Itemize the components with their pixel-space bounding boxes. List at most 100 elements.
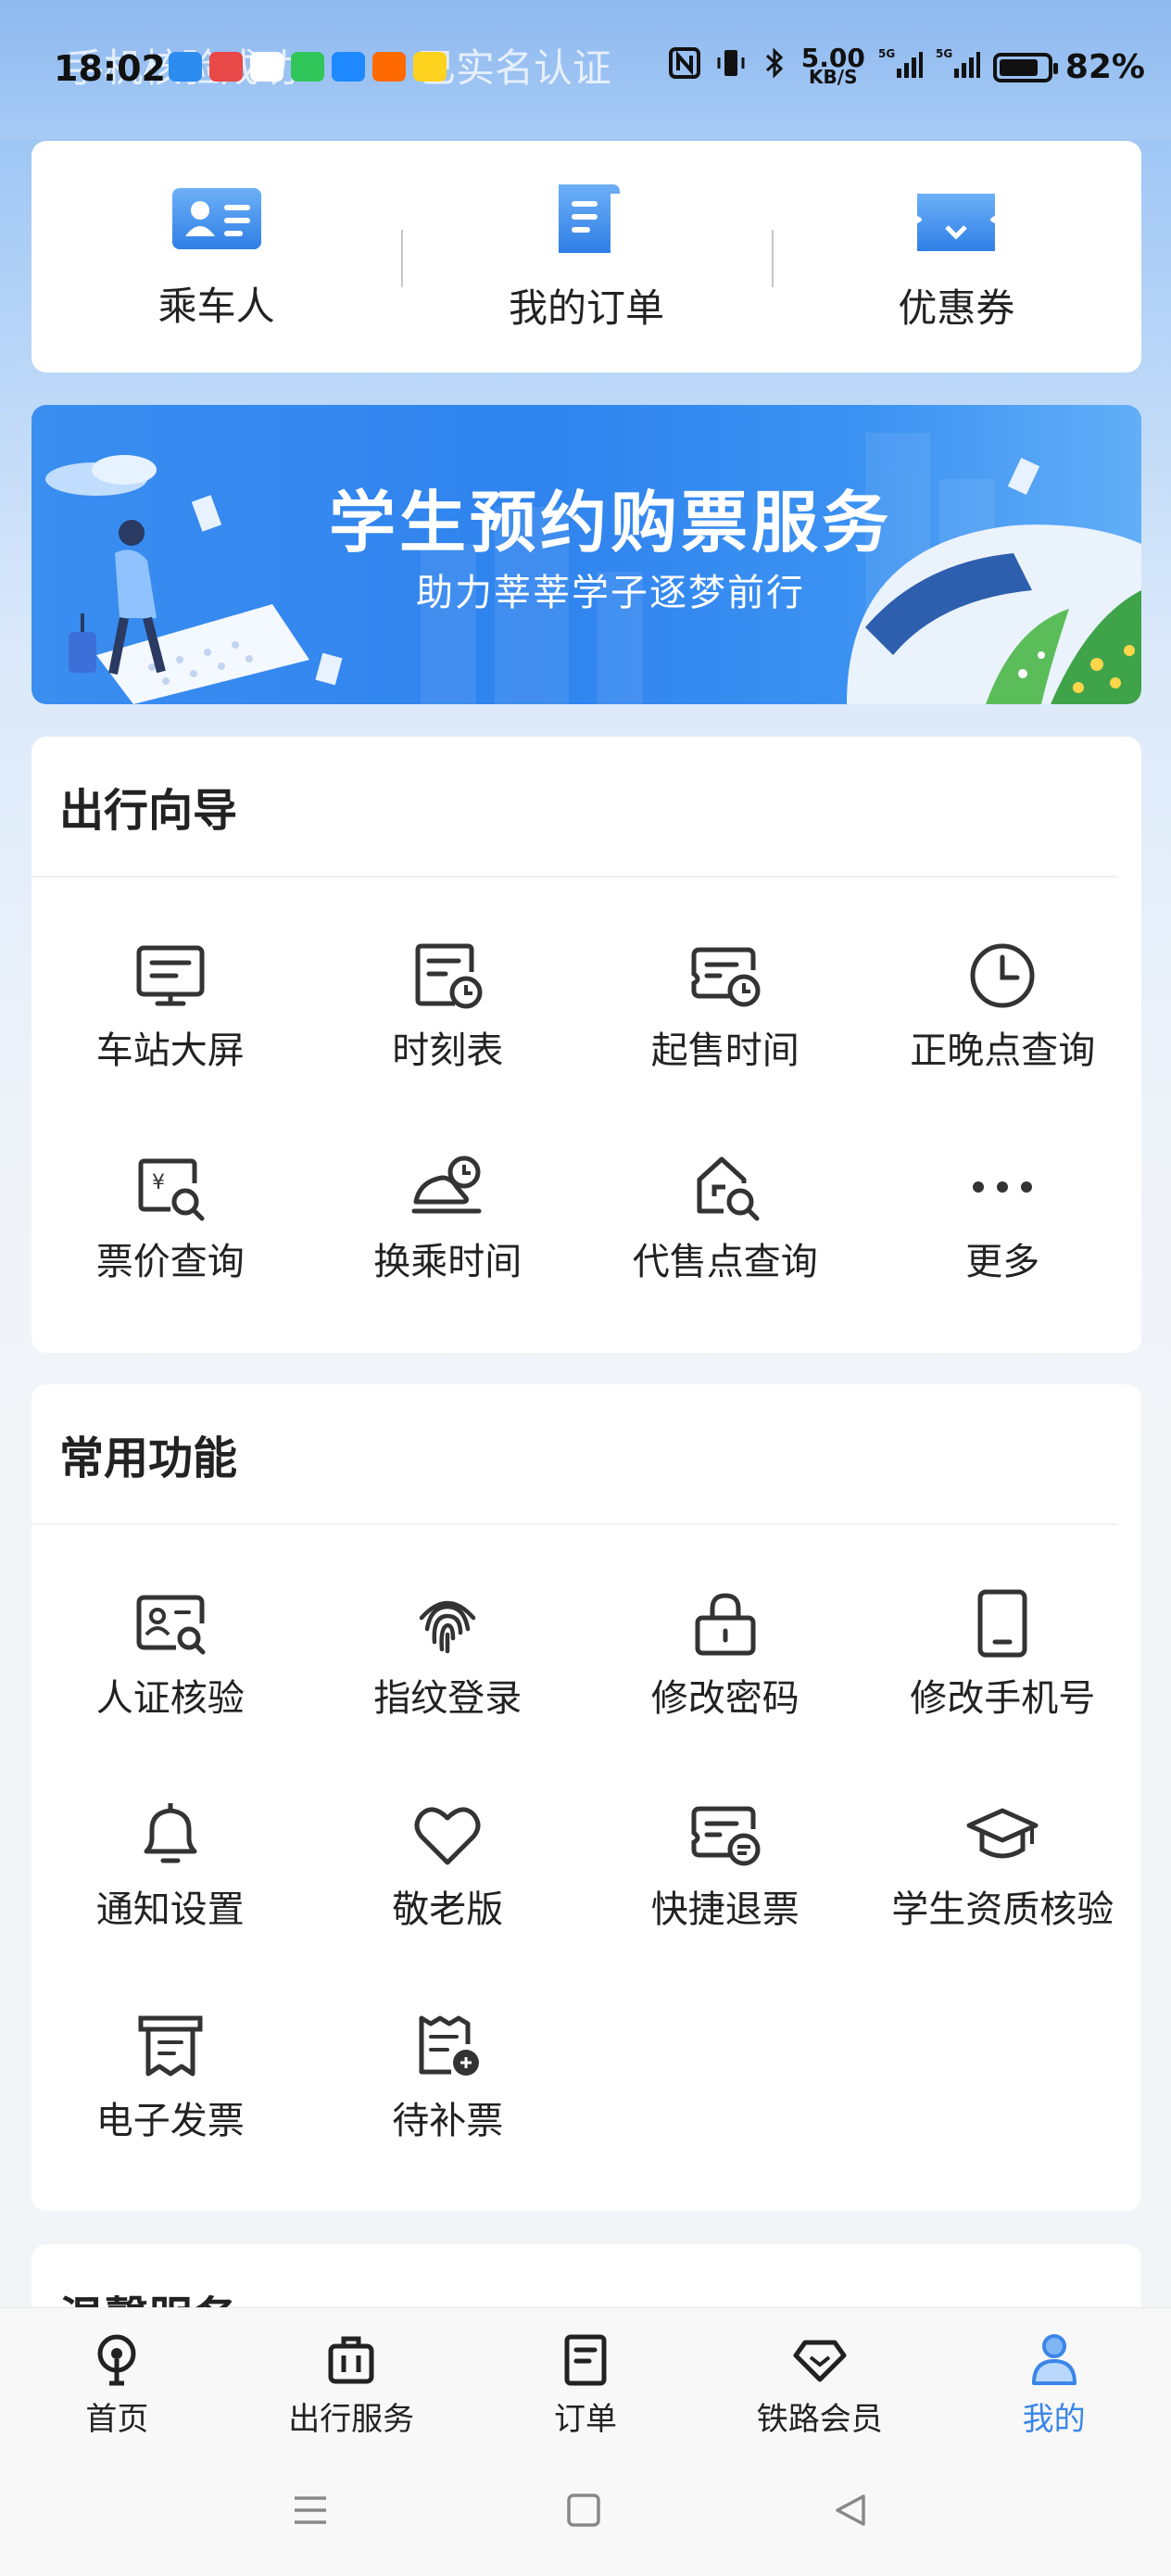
menu-icon[interactable] [289, 2489, 332, 2535]
bell-icon [132, 1796, 209, 1874]
guide-item-delay-query[interactable]: 正晚点查询 [864, 885, 1142, 1096]
app-notification-icon [291, 52, 324, 82]
coupon-icon [910, 181, 1002, 262]
function-item-quick-refund[interactable]: 快捷退票 [586, 1744, 864, 1955]
nav-label: 首页 [85, 2401, 149, 2438]
travel-guide-grid: 车站大屏 时刻表 起售时间 正晚点查询 ¥ 票价查询 换乘时间 代售点查询 更多 [31, 885, 1141, 1307]
nfc-icon [668, 46, 701, 88]
battery-icon [992, 52, 1058, 82]
guide-item-sale-time[interactable]: 起售时间 [586, 885, 864, 1096]
home-train-icon [86, 2329, 147, 2390]
banner-title: 学生预约购票服务 [328, 484, 892, 562]
fare-search-icon: ¥ [132, 1148, 209, 1226]
quick-link-passenger[interactable]: 乘车人 [31, 141, 401, 373]
common-functions-grid: 人证核验 指纹登录 修改密码 修改手机号 通知设置 敬老版 快捷退票 学生资质核… [31, 1533, 1141, 2166]
guide-item-station-screen[interactable]: 车站大屏 [31, 885, 309, 1096]
heart-icon [409, 1796, 486, 1874]
app-notification-icon [169, 52, 202, 82]
status-bar: 手机核验成功 已实名认证 18:02 5.00KB/S 5G 5G 82% [0, 0, 1171, 139]
nav-item-orders[interactable]: 订单 [469, 2308, 703, 2446]
function-item-student-verify[interactable]: 学生资质核验 [864, 1744, 1142, 1955]
lock-icon [686, 1585, 764, 1662]
transfer-time-icon [409, 1148, 486, 1226]
fingerprint-icon [409, 1585, 486, 1662]
member-diamond-icon [789, 2329, 850, 2390]
app-notification-icon [209, 52, 243, 82]
guide-item-label: 起售时间 [650, 1029, 800, 1072]
guide-item-timetable[interactable]: 时刻表 [309, 885, 587, 1096]
guide-item-label: 换乘时间 [373, 1241, 523, 1283]
back-triangle-icon[interactable] [830, 2489, 873, 2535]
svg-text:¥: ¥ [152, 1171, 165, 1194]
home-square-icon[interactable] [562, 2489, 605, 2535]
order-icon [555, 2329, 616, 2390]
guide-item-transfer-time[interactable]: 换乘时间 [309, 1096, 587, 1307]
guide-item-label: 车站大屏 [95, 1029, 245, 1072]
divider [31, 876, 1117, 878]
section-title: 出行向导 [59, 785, 238, 837]
sale-time-icon [686, 937, 764, 1015]
guide-item-fare-query[interactable]: ¥ 票价查询 [31, 1096, 309, 1307]
function-item-label: 修改密码 [650, 1677, 800, 1720]
timetable-icon [409, 937, 486, 1015]
function-item-id-verify[interactable]: 人证核验 [31, 1533, 309, 1744]
id-verify-icon [132, 1585, 209, 1662]
network-speed: 5.00 KB/S [800, 42, 865, 88]
student-ticket-banner[interactable]: 学生预约购票服务 助力莘莘学子逐梦前行 [31, 405, 1141, 704]
station-screen-icon [132, 937, 209, 1015]
bluetooth-icon [761, 46, 788, 88]
quick-links-card: 乘车人 我的订单 优惠券 [31, 141, 1141, 373]
invoice-icon [132, 2007, 209, 2085]
function-item-label: 快捷退票 [650, 1888, 800, 1931]
graduation-cap-icon [963, 1796, 1041, 1874]
travel-guide-section: 出行向导 车站大屏 时刻表 起售时间 正晚点查询 ¥ 票价查询 换乘时间 代售点… [31, 737, 1141, 1353]
function-item-notification-settings[interactable]: 通知设置 [31, 1744, 309, 1955]
clock-icon [963, 937, 1041, 1015]
bottom-navigation: 首页 出行服务 订单 铁路会员 我的 [0, 2307, 1171, 2446]
passenger-card-icon [170, 183, 263, 260]
luggage-icon [321, 2329, 382, 2390]
function-item-fingerprint[interactable]: 指纹登录 [309, 1533, 587, 1744]
signal-5g-icon: 5G [878, 46, 923, 88]
guide-item-agency-query[interactable]: 代售点查询 [586, 1096, 864, 1307]
notification-icons [169, 52, 447, 82]
function-item-label: 学生资质核验 [891, 1888, 1114, 1931]
svg-text:5G: 5G [878, 47, 895, 60]
refund-ticket-icon [686, 1796, 764, 1874]
function-item-label: 指纹登录 [373, 1677, 523, 1720]
quick-link-label: 我的订单 [508, 284, 664, 331]
guide-item-label: 时刻表 [392, 1029, 504, 1072]
status-time: 18:02 [54, 48, 166, 89]
nav-item-travel-service[interactable]: 出行服务 [234, 2308, 469, 2446]
quick-link-orders[interactable]: 我的订单 [401, 141, 771, 373]
nav-item-mine[interactable]: 我的 [937, 2308, 1171, 2446]
function-item-change-phone[interactable]: 修改手机号 [864, 1533, 1142, 1744]
signal-5g-icon-secondary: 5G [936, 46, 980, 88]
svg-text:5G: 5G [936, 47, 952, 60]
nav-item-home[interactable]: 首页 [0, 2308, 234, 2446]
guide-item-label: 代售点查询 [632, 1241, 818, 1283]
nav-label: 出行服务 [288, 2401, 415, 2438]
battery-percent: 82% [1064, 48, 1145, 86]
function-item-label: 电子发票 [95, 2100, 245, 2142]
profile-icon [1024, 2329, 1085, 2390]
phone-icon [963, 1585, 1041, 1662]
function-item-change-password[interactable]: 修改密码 [586, 1533, 864, 1744]
system-navigation-bar [0, 2446, 1171, 2576]
function-item-label: 通知设置 [95, 1888, 245, 1931]
nav-label: 铁路会员 [756, 2401, 883, 2438]
function-item-elderly-mode[interactable]: 敬老版 [309, 1744, 587, 1955]
function-item-label: 待补票 [392, 2100, 504, 2142]
nav-item-railway-member[interactable]: 铁路会员 [702, 2308, 937, 2446]
nav-label: 订单 [553, 2401, 617, 2438]
function-item-pending-supplement[interactable]: 待补票 [309, 1955, 587, 2166]
function-item-label: 敬老版 [392, 1888, 504, 1931]
app-notification-icon [250, 52, 283, 82]
function-item-e-invoice[interactable]: 电子发票 [31, 1955, 309, 2166]
supplement-ticket-icon [409, 2007, 486, 2085]
guide-item-label: 正晚点查询 [910, 1029, 1096, 1072]
function-item-label: 人证核验 [95, 1677, 245, 1720]
app-notification-icon [332, 52, 365, 82]
guide-item-more[interactable]: 更多 [864, 1096, 1142, 1307]
quick-link-coupons[interactable]: 优惠券 [771, 141, 1141, 373]
